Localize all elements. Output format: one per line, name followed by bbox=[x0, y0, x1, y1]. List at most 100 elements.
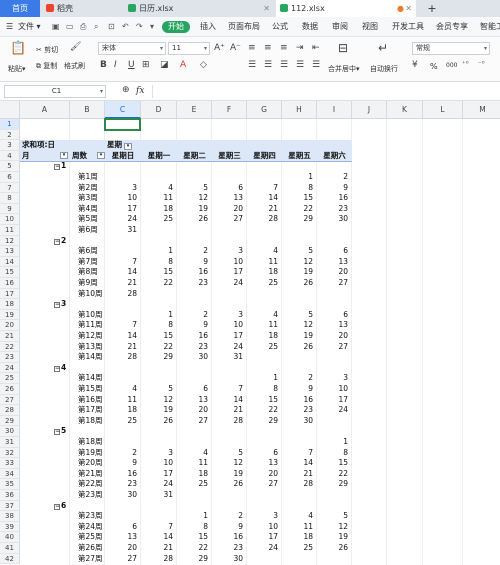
menu-member[interactable]: 会员专享 bbox=[436, 17, 468, 37]
day-cell[interactable]: 27 bbox=[177, 416, 208, 426]
menu-file[interactable]: 文件 ▾ bbox=[18, 17, 41, 37]
align-center-icon[interactable]: ☰ bbox=[264, 60, 272, 70]
align-middle-icon[interactable]: ≡ bbox=[264, 43, 272, 53]
row-header-2[interactable]: 2 bbox=[0, 129, 20, 141]
day-cell[interactable]: 5 bbox=[282, 310, 313, 320]
month-group-label[interactable]: −6 bbox=[54, 501, 66, 511]
day-cell[interactable]: 15 bbox=[282, 193, 313, 203]
day-cell[interactable]: 9 bbox=[212, 522, 243, 532]
day-cell[interactable]: 26 bbox=[212, 479, 243, 489]
row-header-18[interactable]: 18 bbox=[0, 299, 20, 310]
day-cell[interactable]: 24 bbox=[317, 405, 348, 415]
day-cell[interactable]: 5 bbox=[212, 448, 243, 458]
day-cell[interactable]: 2 bbox=[105, 448, 137, 458]
column-header-k[interactable]: K bbox=[387, 101, 423, 119]
day-cell[interactable]: 4 bbox=[177, 448, 208, 458]
day-cell[interactable]: 28 bbox=[212, 416, 243, 426]
day-cell[interactable]: 11 bbox=[177, 458, 208, 468]
menu-view[interactable]: 视图 bbox=[362, 17, 378, 37]
menu-data[interactable]: 数据 bbox=[302, 17, 318, 37]
day-cell[interactable]: 1 bbox=[317, 437, 348, 447]
column-header-h[interactable]: H bbox=[282, 101, 317, 119]
new-tab-button[interactable]: + bbox=[422, 0, 442, 17]
day-cell[interactable]: 7 bbox=[141, 522, 173, 532]
day-cell[interactable]: 21 bbox=[247, 204, 278, 214]
selected-cell-c1[interactable] bbox=[104, 118, 141, 131]
day-cell[interactable]: 1 bbox=[282, 172, 313, 182]
wrap-text-button[interactable]: 自动换行 bbox=[370, 64, 398, 74]
day-cell[interactable]: 8 bbox=[247, 384, 278, 394]
day-cell[interactable]: 11 bbox=[141, 193, 173, 203]
day-cell[interactable]: 20 bbox=[317, 331, 348, 341]
day-cell[interactable]: 7 bbox=[247, 183, 278, 193]
day-cell[interactable]: 3 bbox=[247, 511, 278, 521]
more-icon[interactable]: ▾ bbox=[150, 17, 154, 37]
day-cell[interactable]: 22 bbox=[141, 278, 173, 288]
month-group-label[interactable]: −1 bbox=[54, 161, 66, 171]
day-cell[interactable]: 27 bbox=[247, 479, 278, 489]
day-cell[interactable]: 20 bbox=[177, 405, 208, 415]
day-cell[interactable]: 29 bbox=[317, 479, 348, 489]
day-cell[interactable]: 13 bbox=[247, 458, 278, 468]
hamburger-icon[interactable]: ☰ bbox=[6, 17, 13, 37]
day-cell[interactable]: 3 bbox=[317, 373, 348, 383]
font-color-icon[interactable]: A bbox=[180, 60, 186, 70]
day-cell[interactable]: 25 bbox=[247, 342, 278, 352]
day-cell[interactable]: 18 bbox=[141, 204, 173, 214]
day-cell[interactable]: 30 bbox=[177, 352, 208, 362]
row-header-38[interactable]: 38 bbox=[0, 511, 20, 522]
wrap-icon[interactable]: ↵ bbox=[378, 41, 388, 55]
name-box[interactable]: C1 ▾ bbox=[4, 85, 106, 98]
day-cell[interactable]: 10 bbox=[105, 193, 137, 203]
bold-icon[interactable]: B bbox=[100, 60, 107, 70]
day-cell[interactable]: 21 bbox=[105, 278, 137, 288]
day-cell[interactable]: 31 bbox=[105, 225, 137, 235]
row-header-31[interactable]: 31 bbox=[0, 437, 20, 448]
day-cell[interactable]: 24 bbox=[212, 278, 243, 288]
menu-smart-tools[interactable]: 智能工 bbox=[480, 17, 500, 37]
day-cell[interactable]: 18 bbox=[247, 267, 278, 277]
row-header-26[interactable]: 26 bbox=[0, 384, 20, 395]
day-cell[interactable]: 22 bbox=[317, 469, 348, 479]
merge-center-button[interactable]: 合并居中▾ bbox=[328, 64, 360, 74]
row-header-14[interactable]: 14 bbox=[0, 256, 20, 268]
day-cell[interactable]: 3 bbox=[105, 183, 137, 193]
day-cell[interactable]: 27 bbox=[105, 554, 137, 564]
day-cell[interactable]: 26 bbox=[282, 278, 313, 288]
day-cell[interactable]: 18 bbox=[105, 405, 137, 415]
day-cell[interactable]: 11 bbox=[105, 395, 137, 405]
day-cell[interactable]: 9 bbox=[177, 257, 208, 267]
column-header-d[interactable]: D bbox=[141, 101, 177, 119]
row-header-4[interactable]: 4 bbox=[0, 150, 20, 162]
day-cell[interactable]: 15 bbox=[141, 331, 173, 341]
merge-icon[interactable]: ⊟ bbox=[338, 41, 348, 55]
column-header-l[interactable]: L bbox=[423, 101, 463, 119]
day-cell[interactable]: 15 bbox=[317, 458, 348, 468]
day-cell[interactable]: 10 bbox=[212, 257, 243, 267]
row-header-37[interactable]: 37 bbox=[0, 500, 20, 512]
day-cell[interactable]: 12 bbox=[212, 458, 243, 468]
day-cell[interactable]: 30 bbox=[212, 554, 243, 564]
column-header-m[interactable]: M bbox=[463, 101, 500, 119]
formula-input[interactable] bbox=[152, 85, 496, 98]
day-cell[interactable]: 4 bbox=[247, 310, 278, 320]
save-icon[interactable]: ▣ bbox=[52, 17, 60, 37]
day-cell[interactable]: 18 bbox=[247, 331, 278, 341]
row-header-15[interactable]: 15 bbox=[0, 267, 20, 278]
day-cell[interactable]: 27 bbox=[317, 342, 348, 352]
row-header-19[interactable]: 19 bbox=[0, 309, 20, 321]
row-header-7[interactable]: 7 bbox=[0, 182, 20, 194]
day-cell[interactable]: 14 bbox=[212, 395, 243, 405]
pivot-row-field-month[interactable]: 月 ▾ bbox=[22, 151, 68, 161]
month-group-label[interactable]: −4 bbox=[54, 363, 66, 373]
border-icon[interactable]: ⊞ bbox=[142, 60, 150, 70]
day-cell[interactable]: 30 bbox=[282, 416, 313, 426]
day-cell[interactable]: 16 bbox=[212, 532, 243, 542]
column-header-b[interactable]: B bbox=[70, 101, 105, 119]
day-cell[interactable]: 26 bbox=[177, 214, 208, 224]
day-cell[interactable]: 10 bbox=[317, 384, 348, 394]
row-header-12[interactable]: 12 bbox=[0, 235, 20, 247]
day-cell[interactable]: 1 bbox=[141, 246, 173, 256]
font-grow-icon[interactable]: A⁺ bbox=[214, 43, 225, 53]
day-cell[interactable]: 19 bbox=[141, 405, 173, 415]
